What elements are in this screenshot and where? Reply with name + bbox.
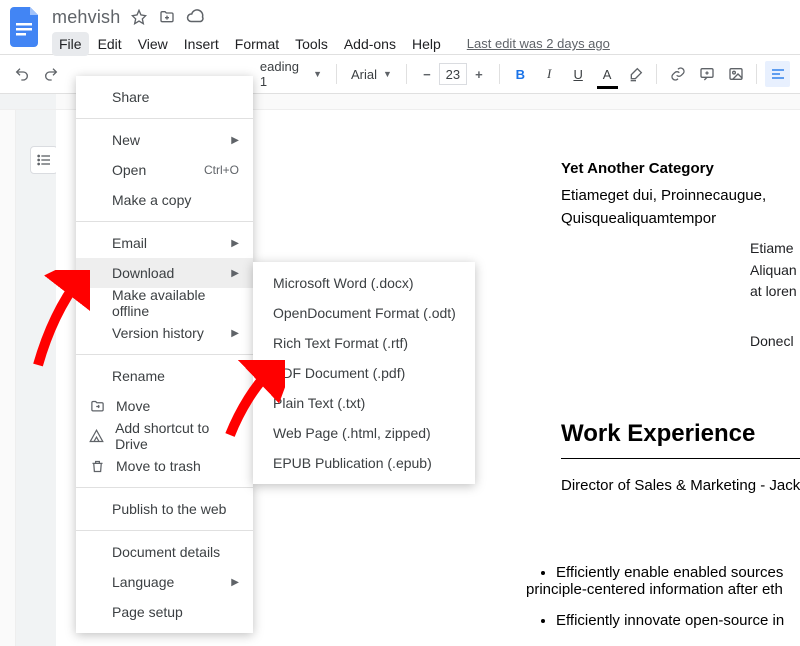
doc-heading: Work Experience xyxy=(561,420,800,459)
doc-text: Director of Sales & Marketing - Jackso xyxy=(561,477,800,494)
cloud-saved-icon[interactable] xyxy=(186,8,204,26)
menu-separator xyxy=(76,221,253,222)
menu-item-page-setup[interactable]: Page setup xyxy=(76,597,253,627)
submenu-arrow-icon: ▶ xyxy=(231,135,239,146)
vertical-ruler[interactable] xyxy=(0,110,16,646)
download-docx[interactable]: Microsoft Word (.docx) xyxy=(253,268,475,298)
italic-button[interactable]: I xyxy=(537,61,562,87)
menu-item-language[interactable]: Language▶ xyxy=(76,567,253,597)
menu-item-new[interactable]: New▶ xyxy=(76,125,253,155)
doc-text-fragment: Etiame Aliquan at loren Donecl xyxy=(750,238,800,353)
menu-bar: File Edit View Insert Format Tools Add-o… xyxy=(52,32,617,56)
menu-item-offline[interactable]: Make available offline xyxy=(76,288,253,318)
document-title[interactable]: mehvish xyxy=(52,7,120,28)
menu-item-open[interactable]: OpenCtrl+O xyxy=(76,155,253,185)
download-pdf[interactable]: PDF Document (.pdf) xyxy=(253,358,475,388)
font-size-control: − + xyxy=(415,62,491,86)
separator xyxy=(336,64,337,84)
insert-link-button[interactable] xyxy=(665,61,690,87)
menu-item-version-history[interactable]: Version history▶ xyxy=(76,318,253,348)
doc-bullet: Efficiently innovate open-source in xyxy=(556,612,800,629)
menu-item-email[interactable]: Email▶ xyxy=(76,228,253,258)
submenu-arrow-icon: ▶ xyxy=(231,328,239,339)
font-size-input[interactable] xyxy=(439,63,467,85)
doc-bullet: Efficiently enable enabled sources xyxy=(556,564,800,581)
download-odt[interactable]: OpenDocument Format (.odt) xyxy=(253,298,475,328)
drive-shortcut-icon xyxy=(88,429,105,444)
paragraph-style-label: eading 1 xyxy=(260,59,307,89)
separator xyxy=(499,64,500,84)
doc-subheading: Yet Another Category xyxy=(561,160,781,177)
download-html[interactable]: Web Page (.html, zipped) xyxy=(253,418,475,448)
decrease-font-button[interactable]: − xyxy=(415,62,439,86)
menu-item-publish[interactable]: Publish to the web xyxy=(76,494,253,524)
separator xyxy=(756,64,757,84)
last-edit-link[interactable]: Last edit was 2 days ago xyxy=(460,32,617,55)
menu-insert[interactable]: Insert xyxy=(177,32,226,56)
separator xyxy=(406,64,407,84)
menu-file[interactable]: File xyxy=(52,32,89,56)
font-label: Arial xyxy=(351,67,377,82)
align-left-button[interactable] xyxy=(765,61,790,87)
submenu-arrow-icon: ▶ xyxy=(231,577,239,588)
title-bar: mehvish File Edit View Insert Format Too… xyxy=(0,0,800,54)
folder-move-icon xyxy=(88,399,106,414)
submenu-arrow-icon: ▶ xyxy=(231,238,239,249)
menu-format[interactable]: Format xyxy=(228,32,286,56)
file-menu-dropdown: Share New▶ OpenCtrl+O Make a copy Email▶… xyxy=(76,76,253,633)
doc-text: principle-centered information after eth xyxy=(526,581,800,598)
submenu-arrow-icon: ▶ xyxy=(231,268,239,279)
menu-item-share[interactable]: Share xyxy=(76,82,253,112)
undo-button[interactable] xyxy=(10,61,35,87)
menu-item-trash[interactable]: Move to trash xyxy=(76,451,253,481)
star-icon[interactable] xyxy=(130,8,148,26)
download-rtf[interactable]: Rich Text Format (.rtf) xyxy=(253,328,475,358)
add-comment-button[interactable] xyxy=(694,61,719,87)
download-submenu: Microsoft Word (.docx) OpenDocument Form… xyxy=(253,262,475,484)
trash-icon xyxy=(88,459,106,474)
chevron-down-icon: ▼ xyxy=(313,69,322,79)
menu-item-download[interactable]: Download▶ xyxy=(76,258,253,288)
paragraph-style-select[interactable]: eading 1 ▼ xyxy=(254,61,328,87)
download-txt[interactable]: Plain Text (.txt) xyxy=(253,388,475,418)
menu-separator xyxy=(76,118,253,119)
menu-item-make-copy[interactable]: Make a copy xyxy=(76,185,253,215)
menu-item-doc-details[interactable]: Document details xyxy=(76,537,253,567)
text-color-button[interactable]: A xyxy=(595,61,620,87)
docs-app-icon[interactable] xyxy=(8,7,44,55)
underline-button[interactable]: U xyxy=(566,61,591,87)
menu-tools[interactable]: Tools xyxy=(288,32,335,56)
doc-text: Etiameget dui, Proinnecaugue, Quisqueali… xyxy=(561,185,781,230)
menu-addons[interactable]: Add-ons xyxy=(337,32,403,56)
download-epub[interactable]: EPUB Publication (.epub) xyxy=(253,448,475,478)
separator xyxy=(656,64,657,84)
redo-button[interactable] xyxy=(39,61,64,87)
font-select[interactable]: Arial ▼ xyxy=(345,61,398,87)
annotation-arrow xyxy=(18,270,90,370)
menu-separator xyxy=(76,354,253,355)
insert-image-button[interactable] xyxy=(723,61,748,87)
increase-font-button[interactable]: + xyxy=(467,62,491,86)
move-folder-icon[interactable] xyxy=(158,8,176,26)
chevron-down-icon: ▼ xyxy=(383,69,392,79)
menu-separator xyxy=(76,530,253,531)
shortcut-label: Ctrl+O xyxy=(204,163,239,177)
menu-view[interactable]: View xyxy=(131,32,175,56)
menu-help[interactable]: Help xyxy=(405,32,448,56)
menu-edit[interactable]: Edit xyxy=(91,32,129,56)
bold-button[interactable]: B xyxy=(508,61,533,87)
menu-separator xyxy=(76,487,253,488)
highlight-button[interactable] xyxy=(624,61,649,87)
outline-toggle-button[interactable] xyxy=(30,146,58,174)
annotation-arrow xyxy=(215,360,285,440)
